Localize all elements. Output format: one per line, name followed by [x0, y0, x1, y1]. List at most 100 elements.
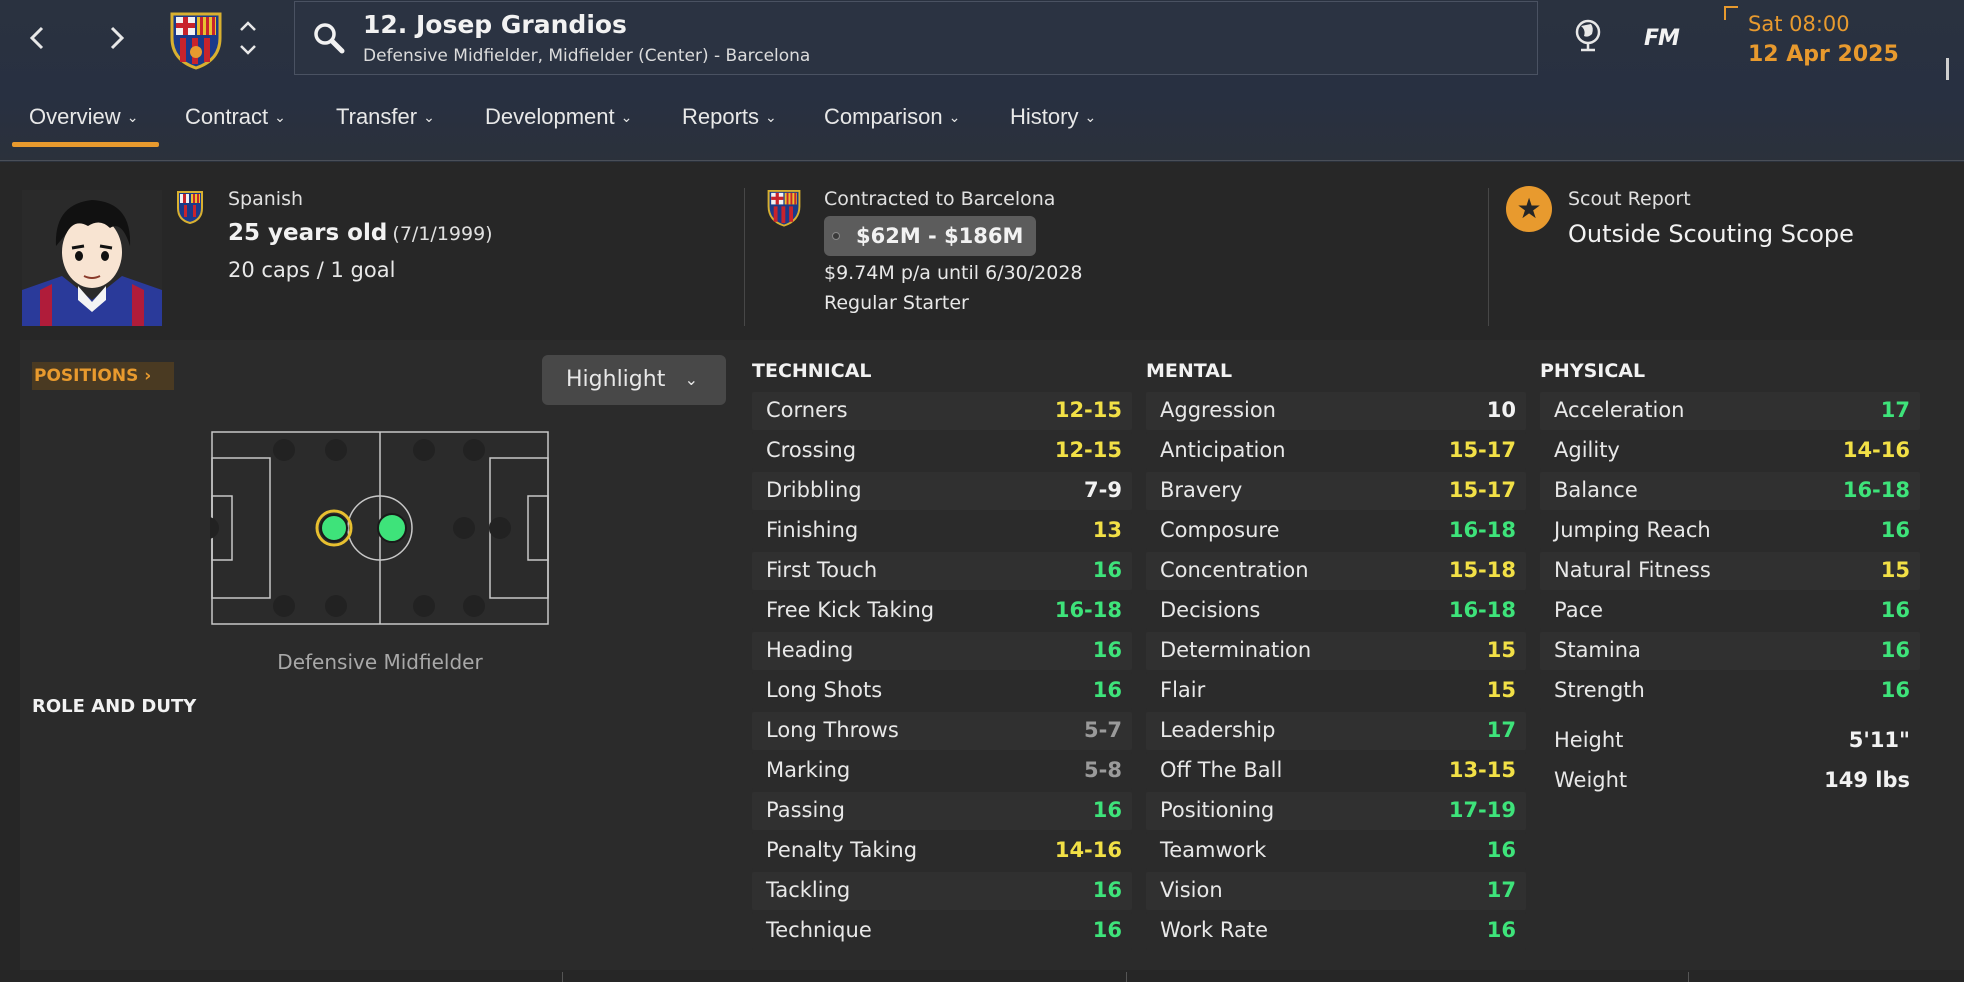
attribute-row[interactable]: Tackling 16 — [752, 872, 1132, 910]
transfer-value-badge[interactable]: $62M - $186M — [824, 216, 1036, 256]
attribute-row[interactable]: Flair 15 — [1146, 672, 1526, 710]
attribute-row[interactable]: Bravery 15-17 — [1146, 472, 1526, 510]
attribute-row[interactable]: Passing 16 — [752, 792, 1132, 830]
attribute-row[interactable]: Long Shots 16 — [752, 672, 1132, 710]
attribute-row[interactable]: Aggression 10 — [1146, 392, 1526, 430]
tab-reports[interactable]: Reports ⌄ — [682, 104, 777, 130]
player-avatar[interactable] — [22, 190, 162, 326]
nationality-label: Spanish — [228, 188, 304, 210]
player-position-subtitle: Defensive Midfielder, Midfielder (Center… — [363, 46, 811, 66]
attribute-value: 16 — [1092, 798, 1122, 822]
forward-arrow-icon[interactable] — [96, 18, 136, 58]
attribute-name: Concentration — [1160, 558, 1309, 582]
expand-handle-icon[interactable] — [1946, 58, 1949, 80]
attribute-name: Bravery — [1160, 478, 1243, 502]
attribute-row[interactable]: Composure 16-18 — [1146, 512, 1526, 550]
back-arrow-icon[interactable] — [18, 18, 58, 58]
attribute-row[interactable]: Stamina 16 — [1540, 632, 1920, 670]
attribute-row[interactable]: Positioning 17-19 — [1146, 792, 1526, 830]
attribute-value: 5-7 — [1084, 718, 1122, 742]
tab-development[interactable]: Development ⌄ — [485, 104, 632, 130]
tab-contract[interactable]: Contract ⌄ — [185, 104, 286, 130]
attribute-row[interactable]: Agility 14-16 — [1540, 432, 1920, 470]
attribute-value: 15 — [1880, 558, 1910, 582]
player-switch-updown-icon[interactable] — [236, 14, 260, 62]
globe-icon[interactable] — [1572, 18, 1604, 54]
tab-label: Transfer — [336, 104, 418, 129]
position-caption: Defensive Midfielder — [277, 650, 483, 674]
attribute-row[interactable]: Strength 16 — [1540, 672, 1920, 710]
attribute-row[interactable]: Decisions 16-18 — [1146, 592, 1526, 630]
attribute-name: Heading — [766, 638, 854, 662]
attribute-name: Acceleration — [1554, 398, 1685, 422]
positions-link[interactable]: POSITIONS › — [32, 362, 174, 390]
nationality-flag-icon[interactable] — [176, 190, 204, 225]
attribute-row[interactable]: Concentration 15-18 — [1146, 552, 1526, 590]
tab-history[interactable]: History ⌄ — [1010, 104, 1096, 130]
attribute-value: 16 — [1092, 678, 1122, 702]
attribute-row[interactable]: Penalty Taking 14-16 — [752, 832, 1132, 870]
attribute-value: 15-18 — [1448, 558, 1516, 582]
attribute-name: Corners — [766, 398, 848, 422]
height-label: Height — [1554, 728, 1624, 752]
search-icon[interactable] — [311, 20, 347, 56]
attribute-name: Natural Fitness — [1554, 558, 1711, 582]
attribute-row[interactable]: Crossing 12-15 — [752, 432, 1132, 470]
attribute-row[interactable]: Determination 15 — [1146, 632, 1526, 670]
attribute-row[interactable]: Long Throws 5-7 — [752, 712, 1132, 750]
position-pitch-map[interactable] — [197, 430, 550, 626]
attribute-row[interactable]: Technique 16 — [752, 912, 1132, 950]
date-full[interactable]: 12 Apr 2025 — [1748, 42, 1899, 67]
weight-value: 149 lbs — [1824, 768, 1910, 792]
fm-logo[interactable]: FM — [1644, 26, 1680, 51]
club-crest-icon[interactable] — [168, 8, 224, 70]
attribute-row[interactable]: Teamwork 16 — [1146, 832, 1526, 870]
attribute-value: 12-15 — [1054, 438, 1122, 462]
player-search-box[interactable]: 12. Josep Grandios Defensive Midfielder,… — [294, 1, 1538, 75]
attribute-row[interactable]: Natural Fitness 15 — [1540, 552, 1920, 590]
physical-rows: Acceleration 17 Agility 14-16 Balance 16-18 Ju… — [1540, 392, 1920, 710]
attribute-name: Finishing — [766, 518, 859, 542]
tab-overview[interactable]: Overview ⌄ — [29, 104, 138, 130]
role-and-duty-heading: ROLE AND DUTY — [32, 696, 197, 717]
attribute-name: Dribbling — [766, 478, 862, 502]
attribute-value: 16-18 — [1842, 478, 1910, 502]
attribute-row[interactable]: Leadership 17 — [1146, 712, 1526, 750]
technical-attributes: TECHNICAL Corners 12-15 Crossing 12-15 Dribb… — [752, 360, 1132, 952]
attribute-row[interactable]: First Touch 16 — [752, 552, 1132, 590]
chevron-down-icon: ⌄ — [126, 109, 139, 125]
attribute-row[interactable]: Pace 16 — [1540, 592, 1920, 630]
attribute-row[interactable]: Marking 5-8 — [752, 752, 1132, 790]
tab-label: Overview — [29, 104, 121, 129]
attribute-value: 16 — [1880, 518, 1910, 542]
attribute-row[interactable]: Vision 17 — [1146, 872, 1526, 910]
attribute-row[interactable]: Anticipation 15-17 — [1146, 432, 1526, 470]
attribute-row[interactable]: Jumping Reach 16 — [1540, 512, 1920, 550]
attribute-row[interactable]: Heading 16 — [752, 632, 1132, 670]
contract-club: Contracted to Barcelona — [824, 188, 1056, 210]
attribute-row[interactable]: Work Rate 16 — [1146, 912, 1526, 950]
star-icon: ★ — [1506, 186, 1552, 232]
date-day[interactable]: Sat 08:00 — [1748, 12, 1850, 36]
mental-rows: Aggression 10 Anticipation 15-17 Bravery 15-1… — [1146, 392, 1526, 950]
attribute-row[interactable]: Balance 16-18 — [1540, 472, 1920, 510]
attribute-value: 16 — [1880, 678, 1910, 702]
club-crest-small-icon[interactable] — [766, 186, 802, 228]
attribute-row[interactable]: Dribbling 7-9 — [752, 472, 1132, 510]
attribute-value: 16 — [1092, 558, 1122, 582]
attribute-row[interactable]: Free Kick Taking 16-18 — [752, 592, 1132, 630]
tab-comparison[interactable]: Comparison ⌄ — [824, 104, 960, 130]
attribute-name: Balance — [1554, 478, 1638, 502]
attribute-value: 16 — [1092, 918, 1122, 942]
attribute-row[interactable]: Corners 12-15 — [752, 392, 1132, 430]
attribute-row[interactable]: Finishing 13 — [752, 512, 1132, 550]
transfer-value: $62M - $186M — [856, 224, 1024, 248]
highlight-dropdown[interactable]: Highlight ⌄ — [542, 355, 726, 405]
attribute-row[interactable]: Off The Ball 13-15 — [1146, 752, 1526, 790]
tab-transfer[interactable]: Transfer ⌄ — [336, 104, 435, 130]
value-tag-dot-icon — [832, 232, 840, 240]
scout-report-value[interactable]: Outside Scouting Scope — [1568, 220, 1854, 248]
attribute-row[interactable]: Acceleration 17 — [1540, 392, 1920, 430]
attribute-value: 13-15 — [1448, 758, 1516, 782]
chevron-down-icon: ⌄ — [620, 109, 633, 125]
